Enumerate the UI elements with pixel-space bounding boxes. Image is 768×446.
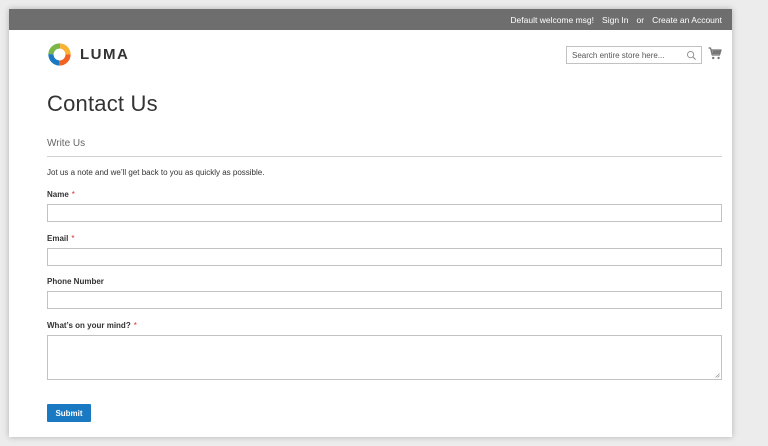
- name-label-text: Name: [47, 190, 69, 199]
- page-title: Contact Us: [47, 91, 158, 116]
- or-separator: or: [636, 14, 645, 25]
- name-label: Name *: [47, 190, 75, 199]
- email-label: Email *: [47, 234, 74, 243]
- required-marker: *: [133, 321, 137, 330]
- search-box: [566, 46, 702, 64]
- email-label-text: Email: [47, 234, 69, 243]
- form-legend: Write Us: [47, 138, 86, 149]
- cart-icon[interactable]: [708, 47, 722, 60]
- email-field[interactable]: [47, 248, 722, 266]
- form-note: Jot us a note and we’ll get back to you …: [47, 168, 265, 177]
- search-icon[interactable]: [686, 50, 697, 61]
- required-marker: *: [71, 190, 75, 199]
- legend-divider: [47, 156, 722, 157]
- comment-label: What’s on your mind? *: [47, 321, 137, 330]
- phone-field[interactable]: [47, 291, 722, 309]
- comment-label-text: What’s on your mind?: [47, 321, 131, 330]
- required-marker: *: [71, 234, 75, 243]
- name-field[interactable]: [47, 204, 722, 222]
- comment-textarea[interactable]: [47, 335, 722, 380]
- submit-button[interactable]: Submit: [47, 404, 91, 422]
- phone-label: Phone Number: [47, 277, 107, 286]
- sign-in-link[interactable]: Sign In: [602, 15, 628, 25]
- logo-text: LUMA: [80, 46, 130, 63]
- search-input[interactable]: [567, 50, 682, 60]
- resize-handle-icon[interactable]: [715, 373, 720, 378]
- create-account-link[interactable]: Create an Account: [652, 15, 722, 25]
- welcome-message: Default welcome msg!: [510, 14, 595, 25]
- browser-page: Default welcome msg! Sign In or Create a…: [9, 9, 732, 437]
- site-header: LUMA: [9, 30, 732, 88]
- top-header-bar: Default welcome msg! Sign In or Create a…: [9, 9, 732, 30]
- phone-label-text: Phone Number: [47, 277, 104, 286]
- luma-logo-icon: [48, 43, 71, 66]
- site-logo[interactable]: LUMA: [47, 42, 129, 67]
